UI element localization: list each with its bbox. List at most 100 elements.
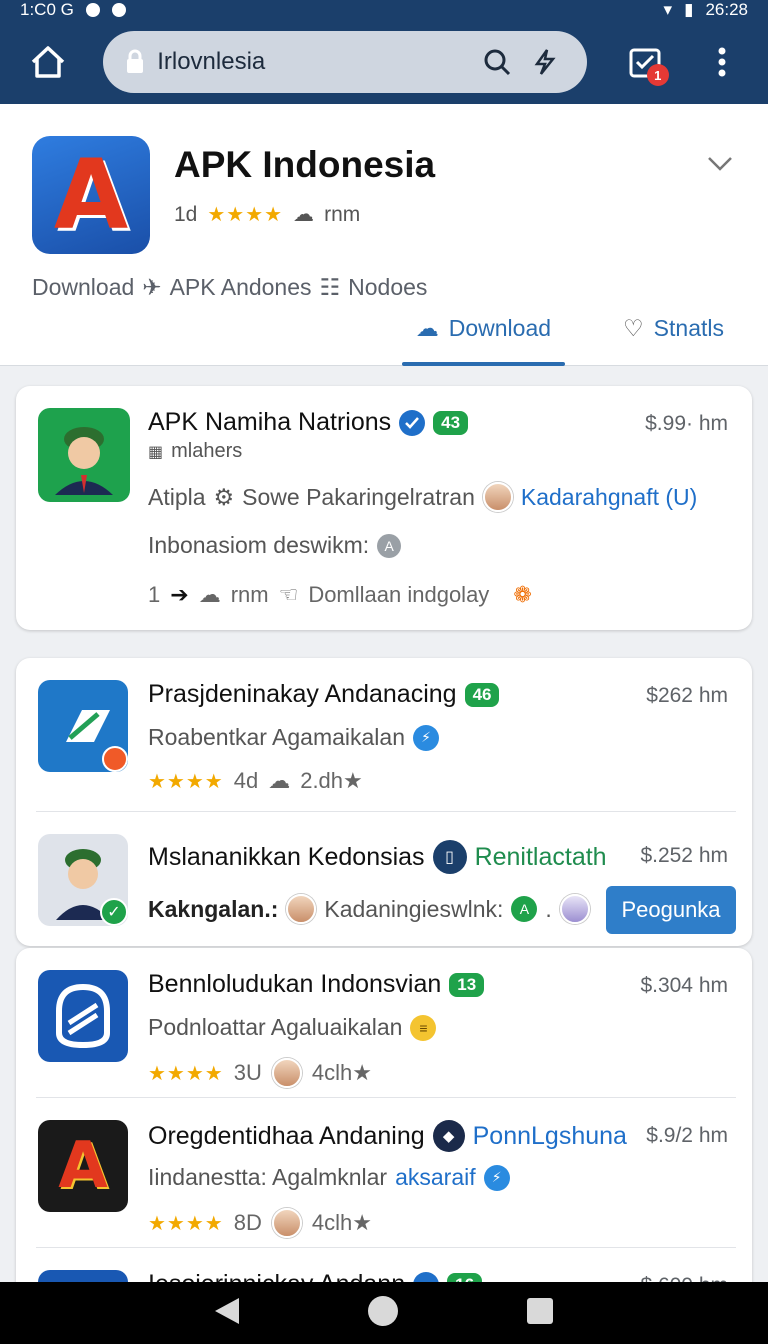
address-bar[interactable]: Irlovnlesia [103,31,588,93]
app-title: APK Indonesia [174,144,436,185]
stat-num: 1 [148,582,161,607]
more-vert-icon [718,47,726,77]
cloud-icon: ☁ [293,203,315,226]
check-badge-icon: ✓ [100,898,128,926]
app-icon [38,680,128,772]
avatar [271,1208,302,1238]
lock-icon [127,49,144,73]
publisher-text: mlahers [171,440,243,462]
avatar [286,894,317,924]
link-icon: ⚡ [483,1164,510,1191]
hand-icon: ☜ [278,582,299,607]
subtitle-bold: Kakngalan.: [148,895,279,922]
item-title-text: APK Namiha Natrions [148,408,392,436]
tab-download-label: Download [448,314,552,341]
verified-icon [399,409,426,436]
app-card-group: Prasjdeninakay Andanacing 46 $262 hm Roa… [16,658,752,946]
stat-b: 4clh★ [311,1210,372,1235]
version-badge: 13 [449,972,485,997]
app-subtitle: Download ✈ APK Andones ☷ Nodoes [32,274,427,301]
list-item[interactable]: Prasjdeninakay Andanacing 46 $262 hm Roa… [16,658,752,812]
recents-icon [527,1297,554,1324]
home-nav-button[interactable] [366,1294,400,1333]
status-left: 1:C0 G [20,0,126,20]
app-icon: ✓ [38,834,128,926]
plane-icon: ✈ [142,274,162,300]
item-subtitle: Iindanestta: Agalmknlar aksaraif ⚡ [148,1164,510,1191]
home-circle-icon [367,1295,398,1326]
tabs-button[interactable] [525,42,565,82]
item-title-text: Mslananikkan Kedonsias [148,842,425,871]
app-card[interactable]: APK Namiha Natrions 43 $.99· hm ▦ mlaher… [16,386,752,630]
tag-b: Sowe Pakaringelratran [242,483,475,510]
link-icon: ⚡ [413,724,439,751]
search-button[interactable] [477,42,517,82]
tab-stats-label: Stnatls [653,314,724,341]
app-header: A APK Indonesia 1d ★★★★ ☁ rnm Download ✈… [0,104,768,366]
cloud-icon: ☁ [268,768,291,793]
tab-download[interactable]: ☁ Download [401,304,566,366]
item-price: $.252 hm [640,844,728,867]
item-title: Mslananikkan Kedonsias ▯ Renitlactath [148,840,607,874]
description-text: Inbonasiom deswikm: [148,532,370,558]
wifi-icon: ▾ [663,0,673,19]
status-left-text: 1:C0 G [20,0,74,19]
item-subtitle: Podnloattar Agaluaikalan ≡ [148,1014,437,1041]
item-tags: Atipla ⚙ Sowe Pakaringelratran Kadarahgn… [148,482,697,512]
recents-button[interactable] [525,1296,555,1331]
developer-link[interactable]: PonnLgshuna [473,1122,627,1151]
arrow-icon: ➔ [170,582,189,607]
status-dot-icon [111,3,126,17]
notifications-button[interactable]: 1 [617,34,672,90]
subtitle-text: Roabentkar Agamaikalan [148,724,405,750]
app-logo: A [32,136,150,254]
penguin-icon: ◆ [432,1120,465,1152]
version-badge: 43 [433,410,469,435]
item-subtitle: Roabentkar Agamaikalan ⚡ [148,724,439,751]
collapse-button[interactable] [702,146,738,182]
status-bar: 1:C0 G ▾ ▮ 26:28 [0,0,768,20]
item-subtitle: Kakngalan.: Kadaningieswlnk: A . [148,894,590,924]
item-title: APK Namiha Natrions 43 [148,408,469,437]
subtitle-text: Kadaningieswlnk: [324,895,504,922]
subtitle-text: Iindanestta: Agalmknlar [148,1164,388,1190]
subtitle-link[interactable]: aksaraif [395,1164,476,1191]
shield-logo-icon [56,983,110,1049]
book-logo-icon: A [58,1129,108,1203]
item-title-text: Oregdentidhaa Andaning [148,1121,425,1150]
app-meta-prefix: 1d [174,202,198,226]
menu-button[interactable] [695,34,750,90]
notification-badge: 1 [646,64,669,86]
app-sub-2: APK Andones [169,274,312,300]
app-icon [38,408,130,502]
phone-icon: ▯ [432,840,467,874]
home-button[interactable] [18,32,77,92]
gear-icon: ⚙ [213,483,235,510]
item-price: $.9/2 hm [646,1124,728,1147]
rating-stars: ★★★★ [148,1212,224,1235]
list-item[interactable]: A Oregdentidhaa Andaning ◆ PonnLgshuna $… [16,1098,752,1248]
stat-a: 4d [233,768,259,793]
rating-stars: ★★★★ [148,770,224,793]
list-item[interactable]: Bennloludukan Indonsvian 13 $.304 hm Pod… [16,948,752,1098]
info-icon: A [377,533,402,558]
cloud-download-icon: ☁ [415,314,439,341]
tab-bar: ☁ Download ♡ Stnatls [401,304,738,366]
flame-icon: ❁ [513,582,532,607]
install-button[interactable]: Peogunka [606,886,736,934]
author-link[interactable]: Kadarahgnaft (U) [521,484,697,511]
list-item[interactable]: ✓ Mslananikkan Kedonsias ▯ Renitlactath … [16,812,752,946]
cloud-icon: ☁ [198,582,221,607]
item-price: $.99· hm [645,412,728,435]
item-title: Bennloludukan Indonsvian 13 [148,970,485,999]
developer-link[interactable]: Renitlactath [475,843,607,872]
version-badge: 46 [464,682,500,707]
item-title: Oregdentidhaa Andaning ◆ PonnLgshuna [148,1120,627,1152]
back-button[interactable] [213,1296,241,1331]
coin-icon: ≡ [410,1014,437,1041]
item-title-text: Prasjdeninakay Andanacing [148,680,457,708]
item-publisher: ▦ mlahers [148,440,242,463]
app-logo-letter: A [53,139,129,251]
tab-stats[interactable]: ♡ Stnatls [609,304,738,352]
app-sub-3: Nodoes [348,274,428,300]
